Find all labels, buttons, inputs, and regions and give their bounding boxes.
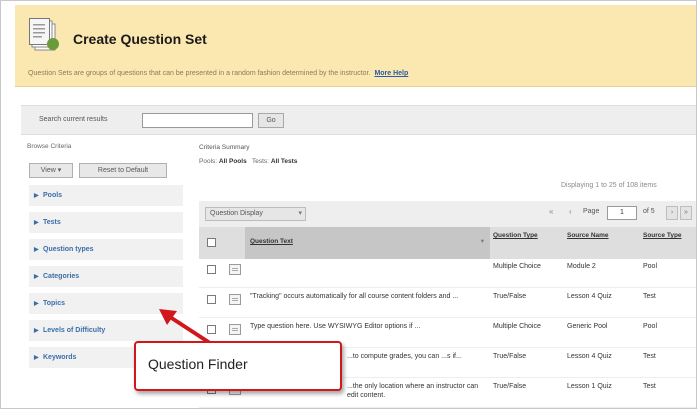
- create-question-set-window: Create Question Set Question Sets are gr…: [0, 0, 697, 409]
- question-text-cell: ...the only location where an instructor…: [347, 383, 479, 399]
- criteria-summary-title: Criteria Summary: [199, 144, 250, 151]
- criteria-question-types[interactable]: ▶ Question types: [29, 239, 183, 261]
- table-row: Multiple Choice Module 2 Pool: [199, 259, 696, 288]
- expand-arrow-icon: ▶: [34, 301, 39, 307]
- question-text-cell: "Tracking" occurs automatically for all …: [250, 293, 459, 300]
- page-count: of 5: [643, 208, 655, 215]
- results-toolbar: Question Display ▾ « ‹ Page 1 of 5 › »: [199, 201, 696, 227]
- pools-value: All Pools: [218, 158, 247, 165]
- expand-arrow-icon: ▶: [34, 247, 39, 253]
- source-name-cell: Generic Pool: [567, 323, 608, 330]
- expand-arrow-icon: ▶: [34, 220, 39, 226]
- question-text-header: Question Text: [250, 238, 293, 245]
- criteria-label: Keywords: [43, 354, 77, 361]
- table-header: Question Text ▾ Question Type Source Name…: [199, 227, 696, 259]
- question-text-cell: Type question here. Use WYSIWYG Editor o…: [250, 323, 421, 330]
- criteria-label: Tests: [43, 219, 61, 226]
- previous-page-button[interactable]: ‹: [569, 207, 572, 216]
- reset-to-default-button[interactable]: Reset to Default: [79, 163, 167, 178]
- criteria-pools[interactable]: ▶ Pools: [29, 185, 183, 207]
- first-page-button[interactable]: «: [549, 207, 553, 216]
- source-type-header: Source Type: [643, 232, 682, 239]
- column-source-name[interactable]: Source Name: [567, 232, 623, 240]
- search-label: Search current results: [39, 116, 108, 123]
- question-text-cell: ...to compute grades, you can ...s if...: [347, 353, 462, 360]
- sort-arrow-icon: ▾: [480, 238, 484, 245]
- source-name-cell: Module 2: [567, 263, 596, 270]
- source-name-cell: Lesson 4 Quiz: [567, 353, 612, 360]
- criteria-categories[interactable]: ▶ Categories: [29, 266, 183, 288]
- callout-label: Question Finder: [148, 356, 248, 372]
- question-type-cell: True/False: [493, 353, 527, 360]
- criteria-label: Levels of Difficulty: [43, 327, 106, 334]
- source-name-cell: Lesson 1 Quiz: [567, 383, 612, 390]
- source-type-cell: Test: [643, 353, 656, 360]
- page-label: Page: [583, 208, 600, 215]
- page-title: Create Question Set: [73, 31, 207, 47]
- pools-label: Pools:: [199, 158, 218, 165]
- expand-arrow-icon: ▶: [34, 328, 39, 334]
- search-input[interactable]: [142, 113, 253, 128]
- question-type-header: Question Type: [493, 232, 538, 239]
- column-question-text[interactable]: Question Text ▾: [245, 227, 490, 259]
- page-header: Create Question Set Question Sets are gr…: [15, 5, 696, 87]
- page-description-text: Question Sets are groups of questions th…: [28, 70, 371, 77]
- question-finder-callout: Question Finder: [134, 341, 342, 391]
- criteria-label: Pools: [43, 192, 63, 199]
- source-type-cell: Test: [643, 293, 656, 300]
- page-number-input[interactable]: 1: [607, 206, 637, 220]
- question-type-cell: True/False: [493, 383, 527, 390]
- source-type-cell: Pool: [643, 263, 658, 270]
- criteria-tests[interactable]: ▶ Tests: [29, 212, 183, 234]
- last-page-button[interactable]: »: [680, 206, 692, 220]
- criteria-label: Question types: [43, 246, 94, 253]
- preview-icon[interactable]: [229, 294, 241, 305]
- expand-arrow-icon: ▶: [34, 355, 39, 361]
- page-description: Question Sets are groups of questions th…: [28, 70, 408, 77]
- tests-label: Tests:: [252, 158, 269, 165]
- column-question-type[interactable]: Question Type: [493, 232, 553, 240]
- search-bar: Search current results Go: [21, 105, 696, 135]
- chevron-down-icon: ▾: [298, 210, 302, 217]
- question-type-cell: Multiple Choice: [493, 323, 541, 330]
- source-type-cell: Pool: [643, 323, 658, 330]
- view-button[interactable]: View ▾: [29, 163, 73, 178]
- select-all-checkbox[interactable]: [207, 238, 216, 247]
- expand-arrow-icon: ▶: [34, 193, 39, 199]
- criteria-label: Categories: [43, 273, 80, 280]
- table-row: "Tracking" occurs automatically for all …: [199, 289, 696, 318]
- preview-icon[interactable]: [229, 264, 241, 275]
- tests-value: All Tests: [270, 158, 298, 165]
- source-type-cell: Test: [643, 383, 656, 390]
- preview-icon[interactable]: [229, 324, 241, 335]
- column-source-type[interactable]: Source Type: [643, 232, 693, 240]
- more-help-link[interactable]: More Help: [374, 70, 408, 77]
- go-button[interactable]: Go: [258, 113, 284, 128]
- criteria-label: Topics: [43, 300, 66, 307]
- source-name-cell: Lesson 4 Quiz: [567, 293, 612, 300]
- next-page-button[interactable]: ›: [666, 206, 678, 220]
- criteria-summary: Pools: All Pools Tests: All Tests: [199, 158, 297, 165]
- question-display-label: Question Display: [210, 210, 263, 217]
- question-display-select[interactable]: Question Display ▾: [205, 207, 306, 221]
- question-set-icon: [29, 18, 59, 51]
- browse-criteria-title: Browse Criteria: [27, 143, 72, 150]
- source-name-header: Source Name: [567, 232, 609, 239]
- expand-arrow-icon: ▶: [34, 274, 39, 280]
- row-checkbox[interactable]: [207, 265, 216, 274]
- question-type-cell: Multiple Choice: [493, 263, 541, 270]
- question-type-cell: True/False: [493, 293, 527, 300]
- results-count: Displaying 1 to 25 of 108 items: [561, 182, 657, 189]
